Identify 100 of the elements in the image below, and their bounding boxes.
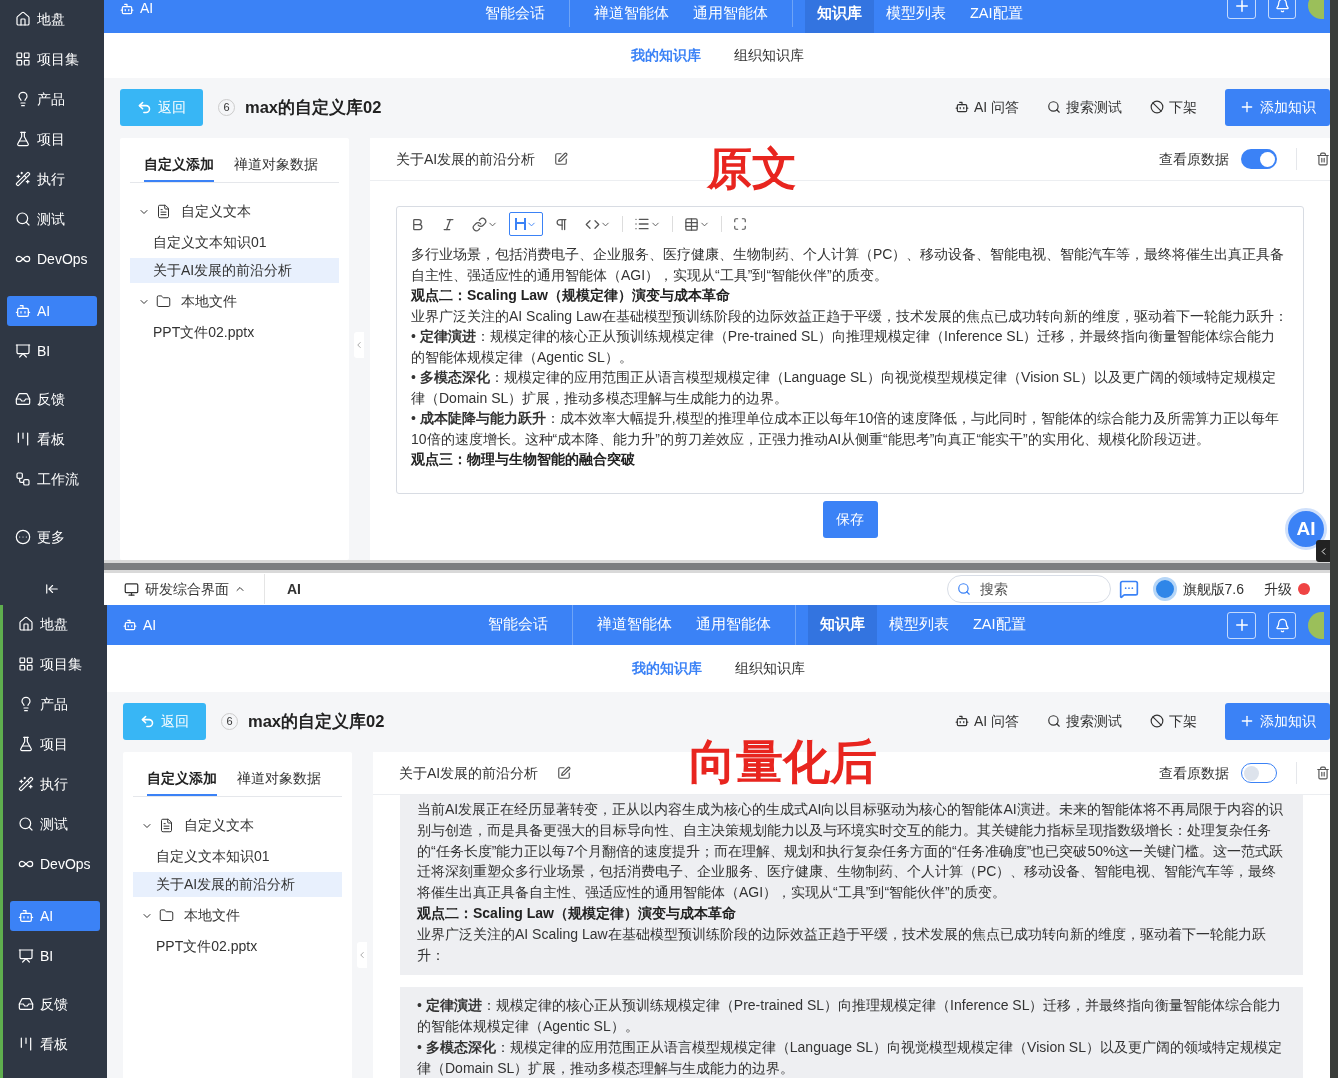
add-knowledge-button[interactable]: 添加知识	[1225, 88, 1330, 126]
upgrade-link[interactable]: 升级	[1264, 578, 1292, 600]
paragraph: • 定律演进：规模定律的核心正从预训练规模定律（Pre-trained SL）向推理规模定律（Inference SL）迁移，并最终指向衡量智能体综合能力的智能体规模定律（Agentic SL）。	[411, 327, 1277, 367]
tree-item[interactable]: PPT文件02.pptx	[133, 934, 342, 959]
nav-tab[interactable]: ZAI配置	[961, 605, 1038, 645]
paragraph: • 多模态深化：规模定律的应用范围正从语言模型规模定律（Language SL）向视觉模型规模定律（Vision SL）以及更广阔的领域特定规模定律（Domain SL）扩展，推动多模态理解与生成能力的边界。	[417, 1037, 1283, 1078]
nav-tab[interactable]: 智能会话	[473, 0, 557, 33]
edit-icon[interactable]	[554, 152, 569, 166]
sidebar-item[interactable]: 反馈	[7, 384, 97, 414]
document-title: 关于AI发展的前沿分析	[399, 763, 539, 783]
sub-nav-tab[interactable]: 我的知识库	[632, 658, 702, 679]
sidebar-item[interactable]: AI	[10, 901, 100, 931]
sidebar-item[interactable]: 测试	[10, 809, 100, 839]
sidebar-item[interactable]: DevOps	[7, 244, 97, 274]
search-icon	[15, 211, 31, 227]
paragraph: • 成本陡降与能力跃升：成本效率大幅提升,模型的推理单位成本正以每年10倍的速度降低，与此同时，智能体的综合能力及所需算力正以每年10倍的速度增长。这种“成本降、能力升”的剪刀差效应，正强力推动AI从侧重“能思考”向真正“能实干”的实用化、规模化阶段迈进。	[411, 409, 1281, 449]
sidebar-item[interactable]: 项目	[10, 729, 100, 759]
nav-tab[interactable]: 通用智能体	[681, 0, 780, 33]
tree-node[interactable]: 本地文件	[133, 900, 342, 931]
sidebar-item[interactable]: 产品	[7, 84, 97, 114]
toolbar-action[interactable]: AI 问答	[954, 710, 1019, 732]
sidebar-item[interactable]: 反馈	[10, 989, 100, 1019]
trash-icon[interactable]	[1316, 766, 1330, 780]
bell-button[interactable]	[1268, 611, 1296, 639]
save-button[interactable]: 保存	[822, 501, 878, 538]
tree-node[interactable]: 本地文件	[130, 286, 339, 317]
home-icon	[15, 11, 31, 27]
list-icon	[634, 216, 650, 232]
chevron-left-icon	[357, 950, 367, 960]
nav-tab[interactable]: 模型列表	[877, 605, 961, 645]
back-arrow-icon	[140, 713, 155, 729]
panel-tab[interactable]: 自定义添加	[144, 148, 214, 182]
nav-tab[interactable]: 智能会话	[476, 605, 560, 645]
sidebar-item[interactable]: 项目集	[10, 649, 100, 679]
tree-item[interactable]: 关于AI发展的前沿分析	[133, 872, 342, 897]
side-drawer-tab[interactable]	[1316, 540, 1330, 562]
sub-nav-tab[interactable]: 组织知识库	[735, 658, 805, 679]
sidebar-item[interactable]: 地盘	[7, 4, 97, 34]
inbox-icon	[15, 391, 31, 407]
sub-nav-tab[interactable]: 我的知识库	[630, 45, 701, 66]
nav-tab[interactable]: 禅道智能体	[585, 605, 684, 645]
chat-icon[interactable]	[1118, 579, 1139, 599]
ban-icon	[1150, 714, 1164, 728]
nav-tab[interactable]: 知识库	[808, 605, 877, 645]
bell-button[interactable]	[1268, 0, 1296, 19]
workspace-switcher[interactable]: 研发综合界面	[145, 578, 246, 600]
sidebar-item[interactable]: 更多	[7, 522, 97, 552]
panel-tab[interactable]: 自定义添加	[147, 762, 217, 796]
collapse-icon[interactable]	[45, 582, 59, 596]
sidebar-item[interactable]: BI	[10, 941, 100, 971]
sidebar-item[interactable]: DevOps	[10, 849, 100, 879]
collapse-handle[interactable]	[357, 942, 367, 968]
document-icon	[159, 818, 174, 833]
link-icon	[472, 216, 487, 232]
sidebar-item[interactable]: 项目	[7, 124, 97, 154]
ai-float-button[interactable]: AI	[1285, 508, 1327, 550]
sidebar-item[interactable]: 看板	[7, 424, 97, 454]
nav-tab[interactable]: 禅道智能体	[582, 0, 681, 33]
nav-tab[interactable]: ZAI配置	[958, 0, 1035, 33]
tree-node[interactable]: 自定义文本	[130, 196, 339, 227]
add-knowledge-button[interactable]: 添加知识	[1225, 702, 1330, 740]
sidebar-item[interactable]: 看板	[10, 1029, 100, 1059]
robot-icon	[954, 714, 969, 728]
sidebar-item[interactable]: BI	[7, 336, 97, 366]
edit-icon[interactable]	[557, 766, 572, 780]
toolbar-action[interactable]: 下架	[1150, 96, 1197, 118]
sidebar-item[interactable]: 执行	[7, 164, 97, 194]
bell-icon	[1274, 617, 1290, 633]
toolbar-action[interactable]: 搜索测试	[1047, 96, 1122, 118]
sidebar-item[interactable]: AI	[7, 296, 97, 326]
collapse-handle[interactable]	[354, 332, 364, 358]
panel-tab[interactable]: 禅道对象数据	[234, 148, 318, 182]
toolbar-action[interactable]: 搜索测试	[1047, 710, 1122, 732]
nav-tab[interactable]: 模型列表	[874, 0, 958, 33]
sub-nav-tab[interactable]: 组织知识库	[733, 45, 804, 66]
nav-tab[interactable]: 通用智能体	[684, 605, 783, 645]
toolbar-action[interactable]: 下架	[1150, 710, 1197, 732]
add-button[interactable]	[1227, 611, 1256, 639]
trash-icon[interactable]	[1316, 152, 1330, 166]
nav-tab[interactable]: 知识库	[805, 0, 874, 33]
tree-node[interactable]: 自定义文本	[133, 810, 342, 841]
heading-tool[interactable]	[509, 212, 543, 236]
robot-icon	[15, 303, 31, 319]
tree-item[interactable]: PPT文件02.pptx	[130, 320, 339, 345]
sidebar-item[interactable]: 测试	[7, 204, 97, 234]
toolbar-action[interactable]: AI 问答	[954, 96, 1019, 118]
sidebar-item[interactable]: 执行	[10, 769, 100, 799]
tree-item[interactable]: 自定义文本知识01	[130, 230, 339, 255]
tree-item[interactable]: 关于AI发展的前沿分析	[130, 258, 339, 283]
back-arrow-icon	[137, 99, 152, 115]
raw-data-switch[interactable]	[1241, 763, 1277, 783]
raw-data-switch[interactable]	[1241, 149, 1277, 169]
sidebar-item[interactable]: 项目集	[7, 44, 97, 74]
tree-item[interactable]: 自定义文本知识01	[133, 844, 342, 869]
search-field[interactable]: 搜索	[946, 575, 1111, 603]
sidebar-item[interactable]: 地盘	[10, 609, 100, 639]
add-button[interactable]	[1227, 0, 1256, 19]
panel-tab[interactable]: 禅道对象数据	[237, 762, 321, 796]
sidebar-item[interactable]: 工作流	[7, 464, 97, 494]
sidebar-item[interactable]: 产品	[10, 689, 100, 719]
